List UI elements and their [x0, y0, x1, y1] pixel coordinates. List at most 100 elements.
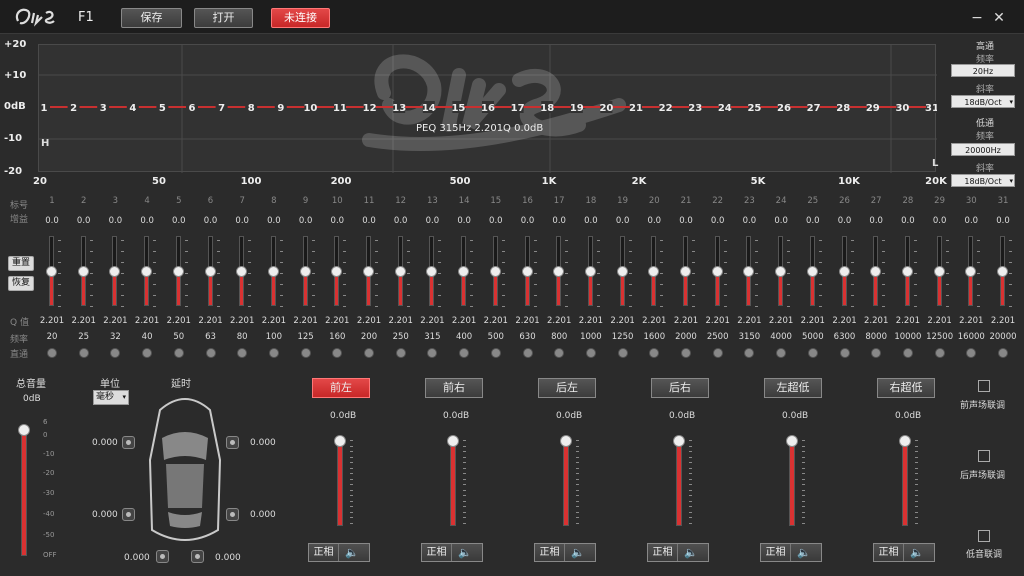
band-bypass-toggle[interactable] [585, 348, 596, 358]
band-gain-knob[interactable] [521, 266, 533, 277]
band-gain-slider[interactable] [901, 236, 913, 306]
band-gain-knob[interactable] [743, 266, 755, 277]
highpass-slope-select[interactable]: 18dB/Oct ▾ [951, 95, 1015, 108]
band-gain-knob[interactable] [616, 266, 628, 277]
band-bypass-toggle[interactable] [839, 348, 850, 358]
delay-rear-right-value[interactable]: 0.000 [250, 510, 276, 520]
minimize-icon[interactable]: − [970, 10, 984, 26]
channel-gain-knob[interactable] [334, 435, 346, 447]
channel-phase-control[interactable]: 正相 🔈 [760, 543, 822, 562]
unit-select[interactable]: 毫秒 ▾ [93, 390, 129, 405]
band-gain-knob[interactable] [77, 266, 89, 277]
band-bypass-toggle[interactable] [776, 348, 787, 358]
band-gain-knob[interactable] [141, 266, 153, 277]
band-gain-knob[interactable] [363, 266, 374, 277]
band-gain-slider[interactable] [997, 236, 1008, 306]
band-gain-slider[interactable] [236, 236, 248, 306]
band-gain-slider[interactable] [743, 236, 755, 306]
channel-gain-slider[interactable] [786, 435, 798, 526]
eq-point-10[interactable]: 10 [303, 101, 317, 114]
eq-point-5[interactable]: 5 [156, 101, 169, 114]
channel-select-button[interactable]: 左超低 [764, 378, 822, 398]
channel-gain-slider[interactable] [334, 435, 346, 526]
band-bypass-toggle[interactable] [332, 348, 343, 358]
band-gain-slider[interactable] [521, 236, 533, 306]
band-gain-knob[interactable] [901, 266, 913, 277]
eq-point-15[interactable]: 15 [451, 101, 465, 114]
band-gain-knob[interactable] [965, 266, 977, 277]
band-q-value[interactable]: 2.201 [984, 316, 1022, 326]
band-gain-knob[interactable] [172, 266, 184, 277]
channel-select-button[interactable]: 前右 [425, 378, 483, 398]
band-gain-slider[interactable] [363, 236, 374, 306]
band-gain-slider[interactable] [775, 236, 787, 306]
band-gain-slider[interactable] [489, 236, 501, 306]
eq-point-12[interactable]: 12 [363, 101, 377, 114]
phase-button[interactable]: 正相 [535, 544, 565, 561]
band-gain-knob[interactable] [267, 266, 279, 277]
channel-phase-control[interactable]: 正相 🔈 [308, 543, 370, 562]
band-gain-knob[interactable] [331, 266, 343, 277]
channel-phase-control[interactable]: 正相 🔈 [421, 543, 483, 562]
lowpass-slope-select[interactable]: 18dB/Oct ▾ [951, 174, 1015, 187]
front-link-checkbox[interactable] [978, 380, 990, 392]
band-gain-slider[interactable] [426, 236, 438, 306]
band-gain-slider[interactable] [204, 236, 216, 306]
band-gain-slider[interactable] [267, 236, 279, 306]
lowpass-marker[interactable]: L [932, 158, 938, 169]
eq-point-19[interactable]: 19 [570, 101, 584, 114]
eq-point-20[interactable]: 20 [599, 101, 613, 114]
band-bypass-toggle[interactable] [712, 348, 723, 358]
channel-gain-knob[interactable] [560, 435, 572, 447]
band-bypass-toggle[interactable] [142, 348, 153, 358]
eq-point-27[interactable]: 27 [807, 101, 821, 114]
channel-phase-control[interactable]: 正相 🔈 [534, 543, 596, 562]
band-bypass-toggle[interactable] [871, 348, 882, 358]
band-gain-knob[interactable] [458, 266, 470, 277]
band-bypass-toggle[interactable] [110, 348, 121, 358]
channel-gain-knob[interactable] [673, 435, 685, 447]
master-volume-slider[interactable] [18, 424, 30, 556]
sub-link-checkbox[interactable] [978, 530, 990, 542]
band-gain-slider[interactable] [584, 236, 596, 306]
band-bypass-toggle[interactable] [554, 348, 565, 358]
eq-point-29[interactable]: 29 [866, 101, 880, 114]
eq-point-11[interactable]: 11 [333, 101, 347, 114]
band-gain-knob[interactable] [584, 266, 596, 277]
eq-point-14[interactable]: 14 [422, 101, 436, 114]
band-gain-slider[interactable] [806, 236, 818, 306]
band-gain-knob[interactable] [680, 266, 691, 277]
band-bypass-toggle[interactable] [744, 348, 755, 358]
band-bypass-toggle[interactable] [395, 348, 406, 358]
band-bypass-toggle[interactable] [998, 348, 1008, 358]
band-bypass-toggle[interactable] [934, 348, 945, 358]
band-gain-knob[interactable] [299, 266, 311, 277]
band-gain-knob[interactable] [426, 266, 438, 277]
band-gain-slider[interactable] [870, 236, 882, 306]
phase-button[interactable]: 正相 [874, 544, 904, 561]
channel-select-button[interactable]: 后左 [538, 378, 596, 398]
save-button[interactable]: 保存 [121, 8, 182, 28]
eq-point-31[interactable]: 31 [925, 101, 937, 114]
band-gain-knob[interactable] [997, 266, 1008, 277]
speaker-mute-icon[interactable]: 🔈 [797, 546, 811, 559]
band-gain-knob[interactable] [775, 266, 787, 277]
band-bypass-toggle[interactable] [300, 348, 311, 358]
band-gain-knob[interactable] [838, 266, 850, 277]
band-gain-slider[interactable] [553, 236, 565, 306]
band-gain-slider[interactable] [680, 236, 691, 306]
eq-point-1[interactable]: 1 [39, 101, 50, 114]
band-gain-knob[interactable] [933, 266, 945, 277]
channel-gain-slider[interactable] [560, 435, 572, 526]
eq-point-9[interactable]: 9 [274, 101, 287, 114]
lowpass-freq-input[interactable]: 20000Hz [951, 143, 1015, 156]
band-bypass-toggle[interactable] [78, 348, 89, 358]
speaker-mute-icon[interactable]: 🔈 [458, 546, 472, 559]
phase-button[interactable]: 正相 [422, 544, 452, 561]
band-freq-value[interactable]: 20000 [984, 332, 1022, 342]
highpass-marker[interactable]: H [41, 138, 49, 149]
eq-point-13[interactable]: 13 [392, 101, 406, 114]
band-gain-knob[interactable] [870, 266, 882, 277]
band-bypass-toggle[interactable] [268, 348, 279, 358]
channel-select-button[interactable]: 右超低 [877, 378, 935, 398]
